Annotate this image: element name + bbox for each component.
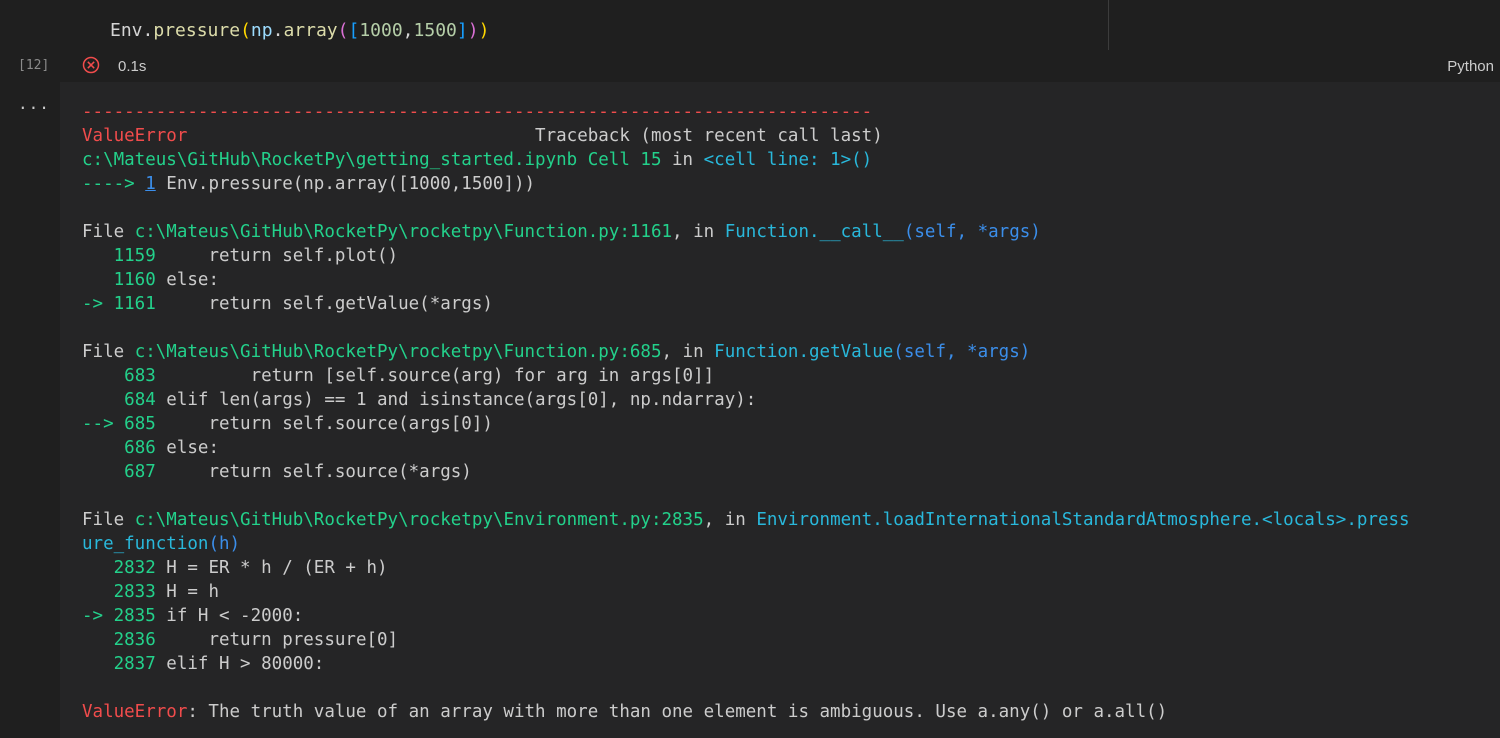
frame-args: (h) <box>208 534 241 554</box>
frame-line-code: return self.source(*args) <box>155 462 472 482</box>
frame-line-code: H = h <box>155 582 219 602</box>
frame-line-number: 1160 <box>113 270 156 290</box>
frame-line-prefix <box>82 654 114 674</box>
code-token: ( <box>240 20 251 41</box>
frame-line-code: return self.getValue(*args) <box>155 294 493 314</box>
traceback-cell-path: c:\Mateus\GitHub\RocketPy\getting_starte… <box>82 150 662 170</box>
frame-line-code: else: <box>155 270 219 290</box>
code-token: 1000 <box>359 20 403 41</box>
frame-file-label: File <box>82 342 135 362</box>
traceback-arrow: ----> <box>82 174 146 194</box>
code-token: pressure <box>153 20 241 41</box>
frame-line-prefix <box>82 438 124 458</box>
traceback-output: ----------------------------------------… <box>82 100 1410 724</box>
execution-duration: 0.1s <box>118 58 147 75</box>
traceback-line-link[interactable]: 1 <box>145 174 156 194</box>
traceback-arrow-code: Env.pressure(np.array([1000,1500])) <box>155 174 536 194</box>
frame-sep: , in <box>661 342 715 362</box>
frame-file-label: File <box>82 510 135 530</box>
code-token: ( <box>337 20 349 41</box>
frame-line-number: 683 <box>124 366 156 386</box>
code-line[interactable]: Env.pressure(np.array([1000,1500])) <box>110 20 489 42</box>
frame-path[interactable]: c:\Mateus\GitHub\RocketPy\rocketpy\Funct… <box>135 342 662 362</box>
traceback-header: Traceback (most recent call last) <box>535 126 883 146</box>
frame-line-prefix: --> <box>82 414 125 434</box>
frame-line-number: 684 <box>124 390 156 410</box>
frame-path[interactable]: c:\Mateus\GitHub\RocketPy\rocketpy\Funct… <box>135 222 672 242</box>
frame-line-number: 685 <box>124 414 156 434</box>
frame-line-number: 687 <box>124 462 156 482</box>
frame-line-code: elif len(args) == 1 and isinstance(args[… <box>155 390 757 410</box>
frame-line-code: if H < -2000: <box>155 606 304 626</box>
execution-count: [12] <box>18 58 50 73</box>
frame-line-number: 2836 <box>113 630 156 650</box>
traceback-cell-location: <cell line: 1>() <box>703 150 873 170</box>
code-token: ) <box>467 20 479 41</box>
code-token: ] <box>456 20 468 41</box>
code-cell[interactable]: Env.pressure(np.array([1000,1500])) <box>60 0 1109 50</box>
frame-line-number: 1159 <box>113 246 156 266</box>
code-token: ) <box>478 20 490 41</box>
code-token: . <box>142 20 154 41</box>
frame-line-code: return self.source(args[0]) <box>155 414 493 434</box>
code-token: Env <box>110 20 143 41</box>
final-error-name: ValueError <box>82 702 188 722</box>
code-token: np <box>250 20 273 41</box>
frame-path[interactable]: c:\Mateus\GitHub\RocketPy\rocketpy\Envir… <box>135 510 704 530</box>
code-token: array <box>283 20 338 41</box>
frame-sep: , in <box>703 510 757 530</box>
frame-line-number: 2832 <box>113 558 156 578</box>
frame-line-number: 686 <box>124 438 156 458</box>
traceback-error-name: ValueError <box>82 126 188 146</box>
frame-line-code: return pressure[0] <box>155 630 399 650</box>
final-error-message: : The truth value of an array with more … <box>187 702 1168 722</box>
frame-line-number: 1161 <box>113 294 156 314</box>
frame-line-number: 2833 <box>113 582 156 602</box>
frame-line-prefix: -> <box>82 606 114 626</box>
frame-line-code: return [self.source(arg) for arg in args… <box>155 366 715 386</box>
traceback-separator: ----------------------------------------… <box>82 102 873 122</box>
language-selector[interactable]: Python <box>1447 58 1494 75</box>
frame-sep: , in <box>672 222 725 242</box>
frame-line-prefix <box>82 246 114 266</box>
frame-function: Function.getValue <box>714 342 894 362</box>
code-token: . <box>272 20 284 41</box>
frame-line-prefix <box>82 270 114 290</box>
frame-line-code: else: <box>155 438 219 458</box>
frame-line-prefix <box>82 462 124 482</box>
frame-line-prefix: -> <box>82 294 114 314</box>
frame-line-code: return self.plot() <box>155 246 399 266</box>
frame-line-code: elif H > 80000: <box>155 654 325 674</box>
output-more-actions-icon[interactable]: ... <box>18 94 50 113</box>
frame-line-prefix <box>82 582 114 602</box>
error-status-icon <box>82 56 100 74</box>
cell-output: ----------------------------------------… <box>60 82 1500 738</box>
code-token: 1500 <box>413 20 457 41</box>
traceback-in-word: in <box>661 150 704 170</box>
frame-line-number: 2835 <box>113 606 156 626</box>
frame-line-prefix <box>82 630 114 650</box>
frame-function: Function.__call__ <box>724 222 904 242</box>
code-token: [ <box>348 20 360 41</box>
code-token: , <box>402 20 414 41</box>
frame-line-code: H = ER * h / (ER + h) <box>155 558 388 578</box>
frame-file-label: File <box>82 222 135 242</box>
frame-line-number: 2837 <box>113 654 156 674</box>
frame-line-prefix <box>82 390 124 410</box>
frame-args: (self, *args) <box>903 222 1041 242</box>
frame-args: (self, *args) <box>893 342 1031 362</box>
frame-line-prefix <box>82 366 124 386</box>
frame-line-prefix <box>82 558 114 578</box>
